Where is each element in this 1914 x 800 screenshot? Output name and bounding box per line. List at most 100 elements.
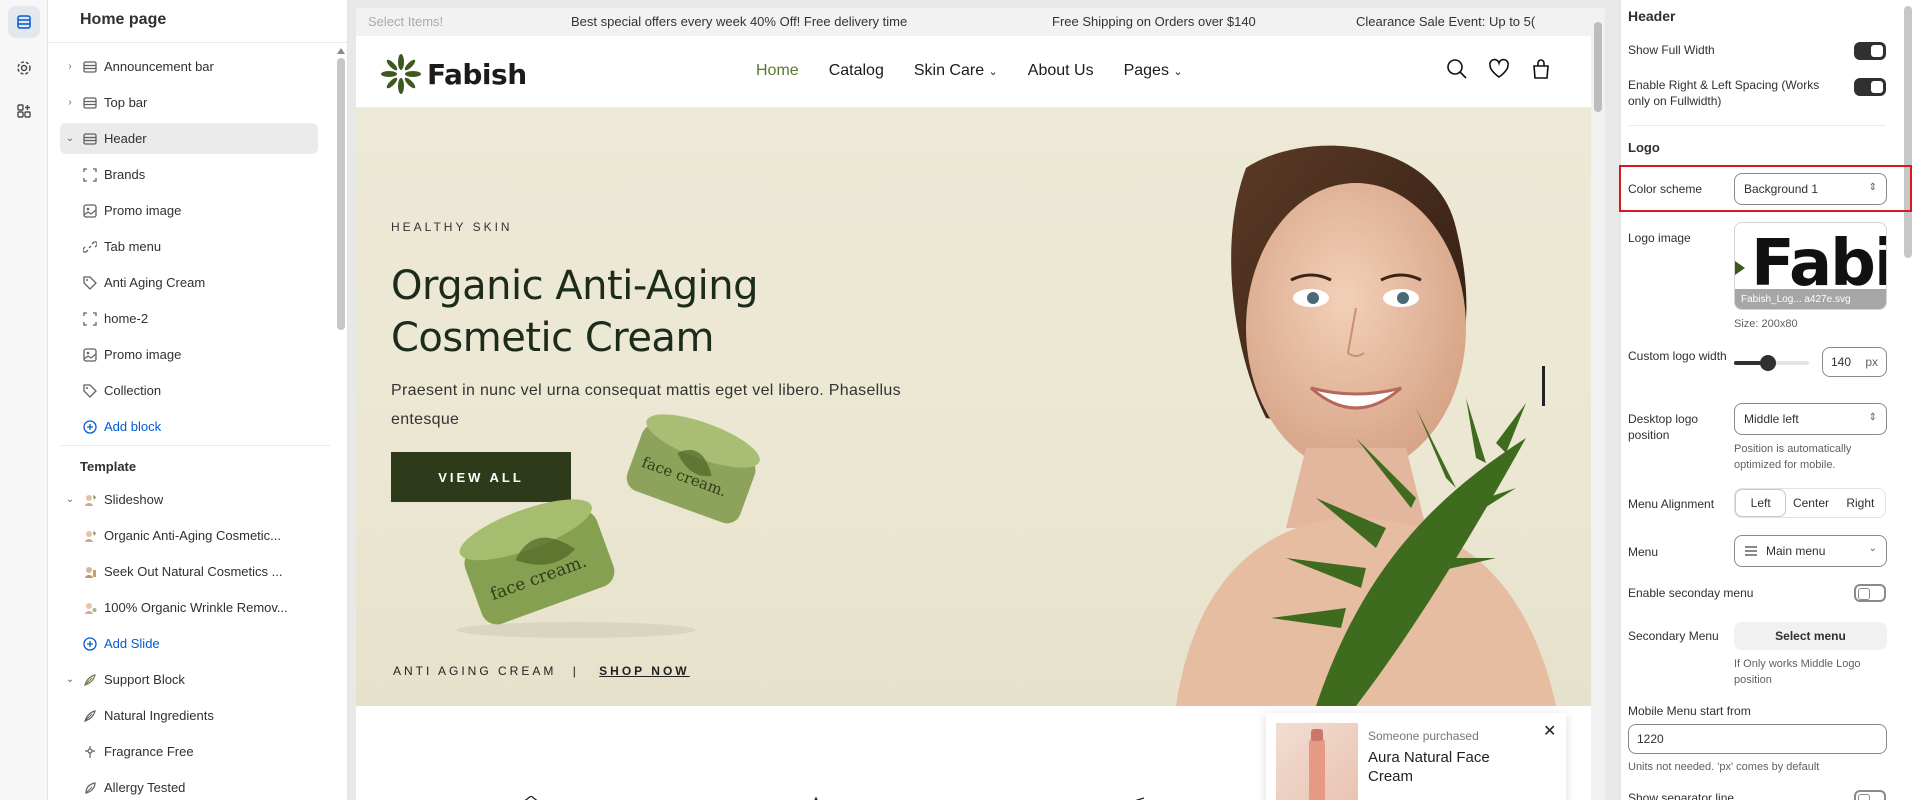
menu-alignment-segmented: Left Center Right	[1734, 488, 1886, 518]
section-icon	[82, 95, 98, 111]
align-left-option[interactable]: Left	[1735, 489, 1787, 517]
block-frame-icon	[82, 311, 98, 327]
chevron-down-icon[interactable]: ⌄	[62, 492, 78, 508]
nav-skin-care[interactable]: Skin Care ⌄	[914, 62, 998, 80]
section-label: Top bar	[104, 95, 148, 110]
apps-icon[interactable]	[8, 95, 40, 127]
chevron-down-icon: ⌄	[1868, 543, 1877, 554]
preview-frame: Select Items! Best special offers every …	[356, 8, 1591, 800]
settings-scrollbar[interactable]	[1901, 0, 1914, 800]
sections-icon[interactable]	[8, 6, 40, 38]
announcement-text: Free Shipping on Orders over $140	[1052, 14, 1256, 29]
support-item[interactable]: Natural Ingredients	[60, 700, 318, 731]
section-icon	[82, 59, 98, 75]
block-collection[interactable]: Collection	[60, 375, 318, 406]
scroll-up-icon[interactable]	[337, 48, 345, 54]
section-announcement-bar[interactable]: › Announcement bar	[60, 51, 318, 82]
chevron-right-icon[interactable]: ›	[62, 59, 78, 75]
chevron-down-icon[interactable]: ⌄	[62, 131, 78, 147]
logo-image-picker[interactable]: Fabi Fabish_Log... a427e.svg	[1734, 222, 1887, 310]
section-header[interactable]: ⌄ Header	[60, 123, 318, 154]
block-brands[interactable]: Brands	[60, 159, 318, 190]
select-menu-button[interactable]: Select menu	[1734, 622, 1887, 650]
slide-indicator[interactable]	[1542, 366, 1545, 406]
block-promo-image-2[interactable]: Promo image	[60, 339, 318, 370]
slider-handle[interactable]	[1759, 355, 1776, 371]
spacing-label: Enable Right & Left Spacing (Works only …	[1628, 78, 1820, 108]
custom-logo-width-label: Custom logo width	[1628, 349, 1727, 363]
slide-item[interactable]: Organic Anti-Aging Cosmetic...	[60, 520, 318, 551]
preview-scrollbar[interactable]	[1591, 8, 1605, 800]
slide-label: Seek Out Natural Cosmetics ...	[104, 564, 283, 579]
support-item-label: Fragrance Free	[104, 744, 194, 759]
cream-jars-image: face cream. face cream.	[456, 414, 760, 638]
menu-select[interactable]: Main menu ⌄	[1734, 535, 1887, 567]
close-icon[interactable]: ✕	[1543, 721, 1556, 741]
section-support-block[interactable]: ⌄ Support Block	[60, 664, 318, 695]
chevron-down-icon[interactable]: ⌄	[62, 672, 78, 688]
mobile-menu-label: Mobile Menu start from	[1628, 704, 1751, 718]
logo-width-input[interactable]: 140 px	[1822, 347, 1887, 377]
desktop-logo-position-select[interactable]: Middle left ⇕	[1734, 403, 1887, 435]
spacing-toggle[interactable]	[1854, 78, 1886, 96]
chevron-right-icon[interactable]: ›	[62, 95, 78, 111]
logo-width-unit: px	[1865, 355, 1878, 369]
announcement-bar: Select Items! Best special offers every …	[356, 8, 1591, 36]
left-scrollbar[interactable]	[334, 48, 346, 800]
slide-item[interactable]: Seek Out Natural Cosmetics ...	[60, 556, 318, 587]
secondary-menu-hint: If Only works Middle Logo position	[1734, 658, 1861, 686]
scrollbar-thumb[interactable]	[1594, 22, 1602, 112]
block-tab-menu[interactable]: Tab menu	[60, 231, 318, 262]
slide-label: 100% Organic Wrinkle Remov...	[104, 600, 288, 615]
shop-now-link[interactable]: SHOP NOW	[599, 664, 689, 678]
site-logo[interactable]: Fabish	[381, 54, 527, 94]
align-right-option[interactable]: Right	[1836, 489, 1885, 517]
hero-slide: HEALTHY SKIN Organic Anti-Aging Cosmetic…	[356, 108, 1591, 706]
gear-icon[interactable]	[8, 52, 40, 84]
block-label: Tab menu	[104, 239, 162, 254]
section-top-bar[interactable]: › Top bar	[60, 87, 318, 118]
nav-catalog[interactable]: Catalog	[829, 62, 884, 80]
cart-icon[interactable]	[1530, 58, 1552, 80]
section-label: Slideshow	[104, 492, 164, 507]
logo-filename: Fabish_Log... a427e.svg	[1735, 289, 1886, 309]
block-anti-aging-cream[interactable]: Anti Aging Cream	[60, 267, 318, 298]
nav-about[interactable]: About Us	[1028, 62, 1094, 80]
slideshow-thumb-icon	[82, 492, 98, 508]
leaf-logo-icon	[381, 54, 421, 94]
hero-title: Organic Anti-Aging Cosmetic Cream	[391, 263, 758, 361]
add-slide-button[interactable]: Add Slide	[60, 628, 318, 659]
heart-icon[interactable]	[1488, 58, 1510, 80]
section-slideshow[interactable]: ⌄ Slideshow	[60, 484, 318, 515]
show-full-width-toggle[interactable]	[1854, 42, 1886, 60]
block-home-2[interactable]: home-2	[60, 303, 318, 334]
block-promo-image[interactable]: Promo image	[60, 195, 318, 226]
support-item[interactable]: Fragrance Free	[60, 736, 318, 767]
purchase-toast: Someone purchased Aura Natural Face Crea…	[1266, 713, 1566, 800]
align-center-option[interactable]: Center	[1786, 489, 1835, 517]
announcement-text: Clearance Sale Event: Up to 5(	[1356, 14, 1536, 29]
add-block-button[interactable]: Add block	[60, 411, 318, 442]
section-label: Header	[104, 131, 147, 146]
toast-product[interactable]: Aura Natural Face Cream	[1368, 748, 1528, 786]
support-item[interactable]: Allergy Tested	[60, 772, 318, 800]
desktop-logo-position-hint: Position is automatically optimized for …	[1734, 443, 1852, 471]
search-icon[interactable]	[1446, 58, 1468, 80]
product-image	[1309, 729, 1325, 800]
support-thumb-icon	[82, 672, 98, 688]
secondary-menu-toggle-label: Enable seconday menu	[1628, 586, 1754, 600]
nav-home[interactable]: Home	[756, 62, 799, 80]
mobile-menu-input[interactable]: 1220	[1628, 724, 1887, 754]
slide-label: Organic Anti-Aging Cosmetic...	[104, 528, 282, 543]
menu-label: Menu	[1628, 545, 1659, 559]
scrollbar-thumb[interactable]	[1904, 6, 1912, 258]
separator-line-toggle[interactable]	[1854, 790, 1886, 800]
logo-width-slider[interactable]	[1734, 355, 1809, 371]
secondary-menu-toggle[interactable]	[1854, 584, 1886, 602]
add-block-label: Add block	[104, 419, 162, 434]
scrollbar-thumb[interactable]	[337, 58, 345, 330]
nav-pages[interactable]: Pages ⌄	[1124, 62, 1183, 80]
leaf-icon	[82, 708, 98, 724]
slide-item[interactable]: 100% Organic Wrinkle Remov...	[60, 592, 318, 623]
menu-alignment-label: Menu Alignment	[1628, 497, 1715, 511]
